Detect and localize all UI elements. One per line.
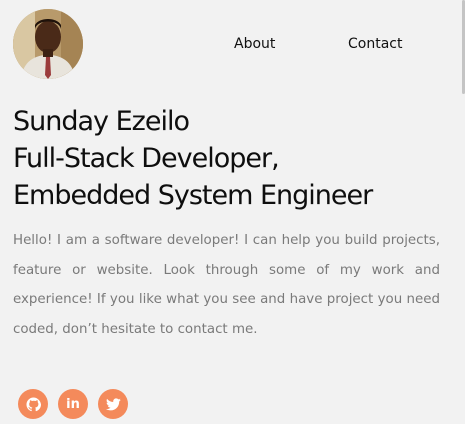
- avatar: [13, 9, 83, 79]
- portfolio-page: About Contact Sunday Ezeilo Full-Stack D…: [0, 0, 465, 424]
- social-links: in: [18, 389, 128, 419]
- hero-title-line-2: Embedded System Engineer: [13, 180, 373, 211]
- hero-name: Sunday Ezeilo: [13, 106, 190, 137]
- profile-photo: [13, 9, 83, 79]
- twitter-button[interactable]: [98, 389, 128, 419]
- nav-about-link[interactable]: About: [234, 35, 275, 53]
- hero-title-line-1: Full-Stack Developer,: [13, 143, 280, 174]
- github-button[interactable]: [18, 389, 48, 419]
- hero-heading: Sunday Ezeilo Full-Stack Developer, Embe…: [13, 103, 373, 214]
- nav-contact-link[interactable]: Contact: [348, 35, 402, 53]
- linkedin-button[interactable]: in: [58, 389, 88, 419]
- twitter-icon: [105, 397, 121, 410]
- github-icon: [25, 396, 41, 411]
- hero-intro: Hello! I am a software developer! I can …: [13, 233, 440, 337]
- linkedin-icon: in: [66, 396, 80, 412]
